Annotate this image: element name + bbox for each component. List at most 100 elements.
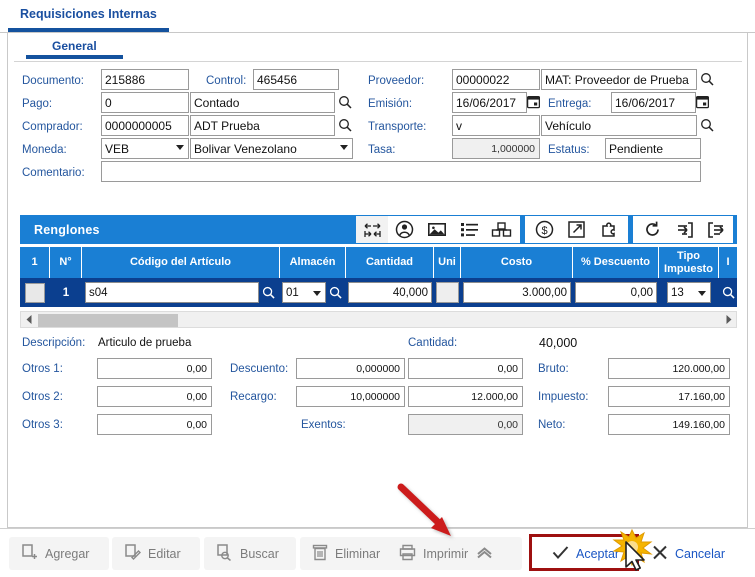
- col-codigo[interactable]: Código del Artículo: [82, 247, 280, 278]
- transporte-name-input[interactable]: [541, 115, 697, 136]
- col-descuento[interactable]: % Descuento: [573, 247, 659, 278]
- application-window: Requisiciones Internas General Documento…: [0, 0, 755, 577]
- cancelar-button[interactable]: Cancelar: [640, 537, 740, 570]
- boxes-icon[interactable]: [485, 216, 517, 243]
- transporte-search-icon[interactable]: [698, 115, 716, 136]
- moneda-name-select-control[interactable]: Bolivar Venezolano: [190, 138, 353, 159]
- tasa-input: [452, 138, 540, 159]
- row-selector-box[interactable]: [25, 283, 45, 303]
- otros2-label: Otros 2:: [22, 391, 63, 403]
- export-icon[interactable]: [701, 216, 733, 243]
- impuesto-label: Impuesto:: [538, 391, 589, 403]
- comprador-search-icon[interactable]: [336, 115, 354, 136]
- footer-toolbar: Agregar Editar Buscar Eliminar Imprimir: [0, 528, 755, 577]
- col-extra[interactable]: I: [719, 247, 737, 278]
- comprador-code-input[interactable]: [101, 115, 189, 136]
- user-icon[interactable]: [388, 216, 420, 243]
- otros2-input[interactable]: [97, 386, 212, 407]
- row-descuento-cell[interactable]: 0,00: [573, 278, 659, 307]
- imprimir-button[interactable]: Imprimir: [387, 537, 522, 570]
- col-almacen[interactable]: Almacén: [280, 247, 346, 278]
- check-icon: [552, 545, 569, 563]
- pago-code-input[interactable]: [101, 92, 189, 113]
- row-codigo-cell[interactable]: s04: [82, 278, 280, 307]
- col-numero[interactable]: N°: [50, 247, 82, 278]
- moneda-name-select[interactable]: Bolivar Venezolano: [190, 138, 353, 159]
- grid-horizontal-scrollbar[interactable]: [20, 311, 737, 328]
- external-link-icon[interactable]: [561, 216, 593, 243]
- scroll-left-icon[interactable]: [21, 312, 37, 327]
- comentario-input[interactable]: [101, 161, 701, 182]
- list-icon[interactable]: [453, 216, 485, 243]
- control-input[interactable]: [253, 69, 339, 90]
- pago-search-icon[interactable]: [336, 92, 354, 113]
- neto-label: Neto:: [538, 419, 566, 431]
- import-icon[interactable]: [668, 216, 700, 243]
- tab-requisiciones-internas[interactable]: Requisiciones Internas: [8, 2, 169, 32]
- row-tipo-impuesto-value[interactable]: 13: [667, 282, 711, 303]
- otros3-input[interactable]: [97, 414, 212, 435]
- col-selector[interactable]: 1: [20, 247, 50, 278]
- row-cantidad-cell[interactable]: 40,000: [346, 278, 434, 307]
- estatus-label: Estatus:: [548, 144, 590, 156]
- row-costo-value[interactable]: 3.000,00: [463, 282, 571, 303]
- row-uni-cell[interactable]: [434, 278, 461, 307]
- entrega-input[interactable]: [611, 92, 696, 113]
- row-almacen-value[interactable]: 01: [282, 282, 326, 303]
- tab-general[interactable]: General: [26, 36, 123, 59]
- agregar-label: Agregar: [45, 547, 89, 561]
- recargo-pct-input[interactable]: [296, 386, 405, 407]
- moneda-code-select[interactable]: VEB: [101, 138, 189, 159]
- row-tipo-impuesto-cell[interactable]: 13: [659, 278, 719, 307]
- pago-name-input[interactable]: [190, 92, 335, 113]
- col-uni[interactable]: Uni: [434, 247, 461, 278]
- descuento-pct-input[interactable]: [296, 358, 405, 379]
- proveedor-code-input[interactable]: [452, 69, 540, 90]
- col-costo[interactable]: Costo: [461, 247, 573, 278]
- scroll-right-icon[interactable]: [720, 312, 736, 327]
- image-icon[interactable]: [421, 216, 453, 243]
- transporte-code-input[interactable]: [452, 115, 540, 136]
- editar-button[interactable]: Editar: [112, 537, 200, 570]
- estatus-input[interactable]: [605, 138, 701, 159]
- row-codigo-search-icon[interactable]: [259, 286, 277, 299]
- row-costo-cell[interactable]: 3.000,00: [461, 278, 573, 307]
- refresh-icon[interactable]: [636, 216, 668, 243]
- impuesto-input: [608, 386, 730, 407]
- close-icon: [652, 545, 668, 563]
- documento-input[interactable]: [101, 69, 189, 90]
- aceptar-button[interactable]: Aceptar: [540, 537, 635, 570]
- row-codigo-value[interactable]: s04: [85, 282, 259, 303]
- row-almacen-cell[interactable]: 01: [280, 278, 346, 307]
- emision-input[interactable]: [452, 92, 527, 113]
- otros1-input[interactable]: [97, 358, 212, 379]
- puzzle-icon[interactable]: [593, 216, 625, 243]
- otros3-label: Otros 3:: [22, 419, 63, 431]
- row-uni-value: [436, 282, 459, 303]
- row-cantidad-value[interactable]: 40,000: [348, 282, 432, 303]
- moneda-code-select-control[interactable]: VEB: [101, 138, 189, 159]
- emision-calendar-icon[interactable]: [527, 92, 542, 113]
- proveedor-name-input[interactable]: [541, 69, 697, 90]
- chevron-down-icon: [313, 291, 321, 296]
- currency-icon[interactable]: $: [528, 216, 560, 243]
- chevron-up-icon[interactable]: [475, 545, 494, 563]
- scrollbar-thumb[interactable]: [38, 314, 178, 327]
- col-cantidad[interactable]: Cantidad: [346, 247, 434, 278]
- col-tipo-impuesto[interactable]: Tipo Impuesto: [659, 247, 719, 278]
- row-selector-cell[interactable]: [20, 278, 50, 307]
- comentario-label: Comentario:: [22, 167, 85, 179]
- fit-columns-icon[interactable]: [356, 216, 388, 243]
- window-tabbar: Requisiciones Internas: [0, 0, 755, 33]
- row-extra-cell[interactable]: [719, 278, 737, 307]
- comprador-name-input[interactable]: [190, 115, 335, 136]
- agregar-button[interactable]: Agregar: [9, 537, 109, 570]
- entrega-calendar-icon[interactable]: [696, 92, 711, 113]
- toolbar-separator: [520, 216, 525, 243]
- recargo-amt-input[interactable]: [408, 386, 523, 407]
- row-almacen-search-icon[interactable]: [326, 286, 344, 299]
- buscar-button[interactable]: Buscar: [204, 537, 296, 570]
- row-descuento-value[interactable]: 0,00: [575, 282, 657, 303]
- descuento-amt-input[interactable]: [408, 358, 523, 379]
- proveedor-search-icon[interactable]: [698, 69, 716, 90]
